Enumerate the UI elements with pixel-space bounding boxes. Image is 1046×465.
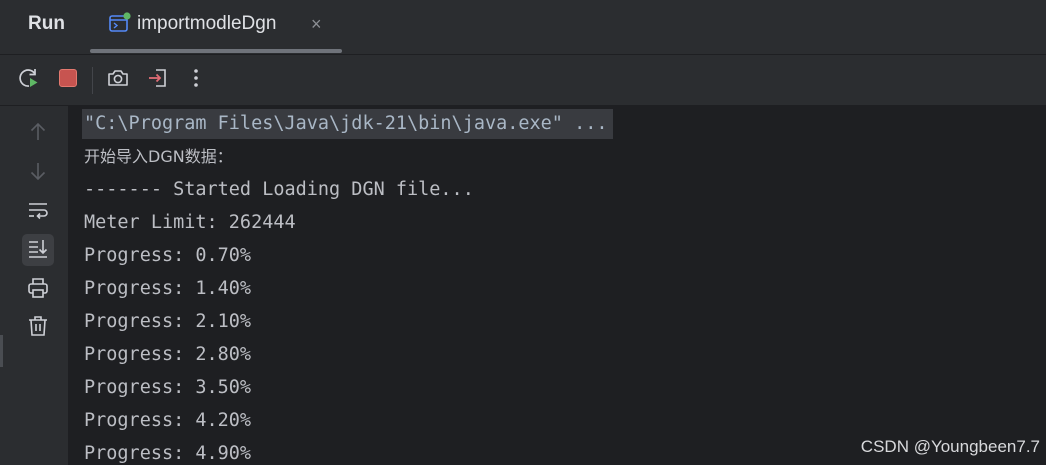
scroll-to-end-button[interactable] <box>22 234 54 266</box>
rerun-button[interactable] <box>14 65 44 95</box>
soft-wrap-button[interactable] <box>22 196 54 228</box>
console-line: Progress: 2.10% <box>84 311 252 332</box>
stop-icon <box>57 67 79 94</box>
arrow-up-icon <box>27 121 49 148</box>
trash-icon <box>26 314 50 343</box>
console-line: Progress: 1.40% <box>84 278 252 299</box>
clear-all-button[interactable] <box>22 312 54 344</box>
exit-icon <box>146 66 170 95</box>
close-icon[interactable]: × <box>311 14 322 34</box>
run-tool-window: Run importmodleDgn × "C:\Program Files\J… <box>0 0 1046 465</box>
tab-selected-indicator <box>90 49 342 53</box>
panel-title: Run <box>28 13 65 34</box>
printer-icon <box>26 276 50 305</box>
soft-wrap-icon <box>26 198 50 227</box>
scroll-up-button[interactable] <box>22 118 54 150</box>
exit-button[interactable] <box>143 65 173 95</box>
toolbar-separator <box>92 67 93 94</box>
rerun-icon <box>17 66 41 95</box>
scroll-to-end-icon <box>26 236 50 265</box>
arrow-down-icon <box>27 160 49 187</box>
tab-label: importmodleDgn <box>137 13 277 34</box>
camera-icon <box>106 66 130 95</box>
watermark: CSDN @Youngbeen7.7 <box>860 437 1040 456</box>
screenshot-button[interactable] <box>103 65 133 95</box>
console-line: Progress: 0.70% <box>84 245 252 266</box>
more-vertical-icon <box>184 66 208 95</box>
console-side-toolbar <box>0 106 68 465</box>
console-line: ------- Started Loading DGN file... <box>84 179 474 200</box>
command-line: "C:\Program Files\Java\jdk-21\bin\java.e… <box>82 109 614 139</box>
console-output[interactable]: "C:\Program Files\Java\jdk-21\bin\java.e… <box>68 106 1046 465</box>
left-edge-marker <box>0 335 3 367</box>
application-config-icon <box>108 11 132 35</box>
stop-button[interactable] <box>53 65 83 95</box>
console-line: Progress: 3.50% <box>84 377 252 398</box>
console-line: Progress: 4.90% <box>84 443 252 464</box>
console-line: 开始导入DGN数据： <box>84 147 233 166</box>
more-button[interactable] <box>181 65 211 95</box>
console-line: Progress: 4.20% <box>84 410 252 431</box>
console-line: Progress: 2.80% <box>84 344 252 365</box>
print-button[interactable] <box>22 274 54 306</box>
tool-window-header: Run importmodleDgn × <box>0 0 1046 55</box>
run-toolbar <box>0 55 1046 106</box>
scroll-down-button[interactable] <box>22 157 54 189</box>
console-line: Meter Limit: 262444 <box>84 212 296 233</box>
tab-importmodledgn[interactable]: importmodleDgn × <box>90 0 342 54</box>
